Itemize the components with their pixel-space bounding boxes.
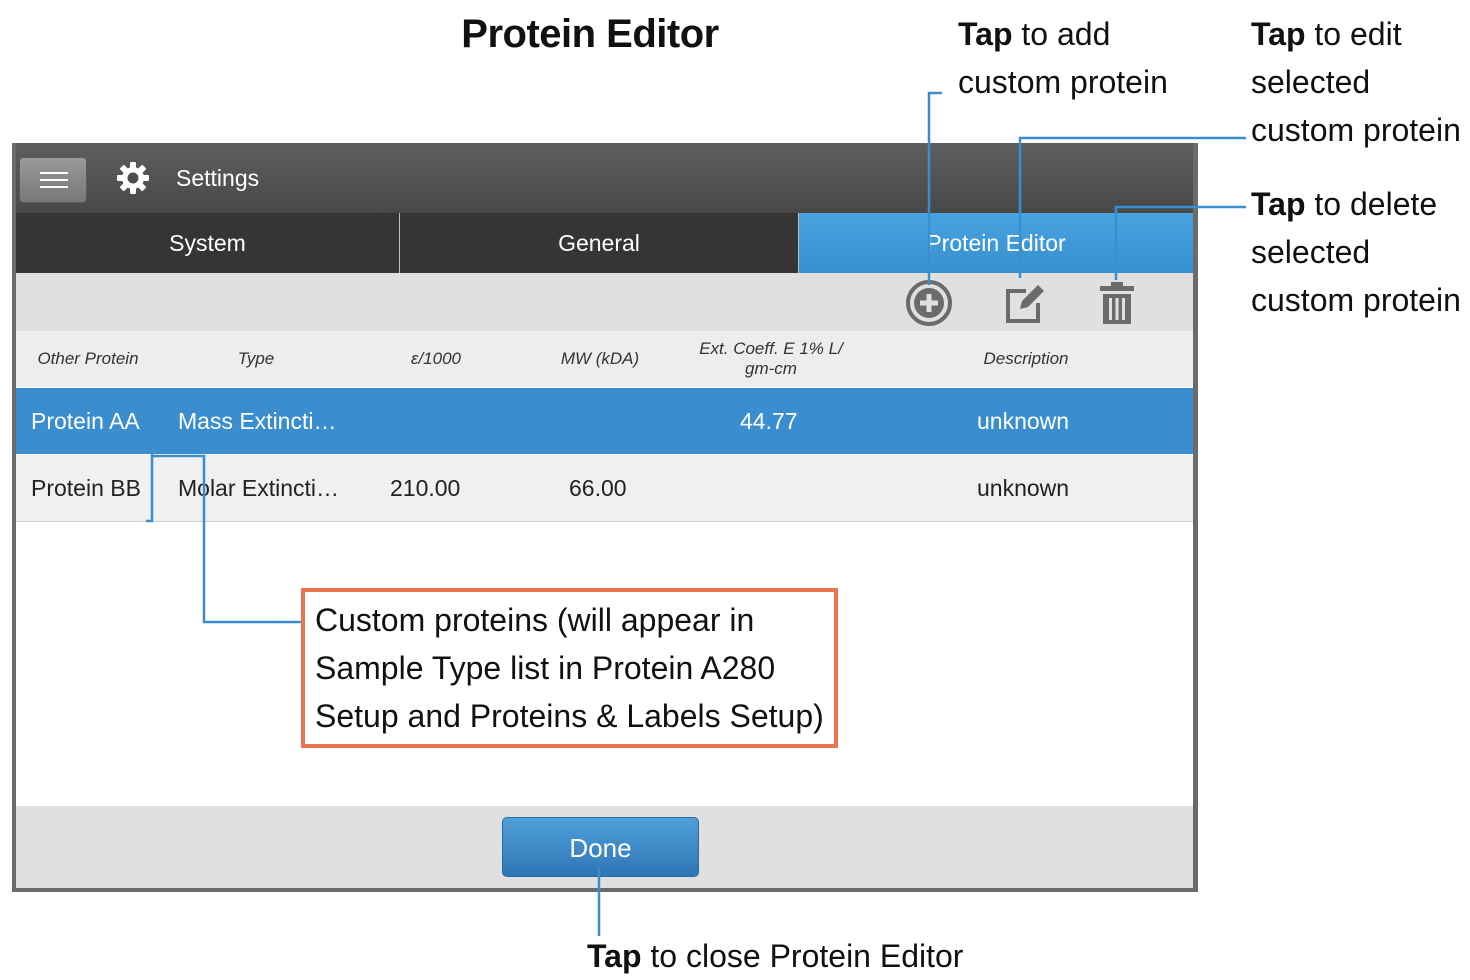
cell-mw: 66.00 [569, 475, 627, 501]
cell-eps: 210.00 [390, 475, 461, 501]
app-screen: Settings System General Protein Editor O… [16, 143, 1193, 888]
callout-edit-line2: selected [1251, 64, 1371, 100]
menu-icon-bar [40, 179, 68, 181]
col-mw[interactable]: MW (kDA) [540, 349, 660, 369]
callout-edit-text: to edit [1305, 16, 1402, 52]
callout-delete-bold: Tap [1251, 186, 1306, 222]
col-type[interactable]: Type [206, 349, 306, 369]
callout-close-text: to close Protein Editor [641, 938, 964, 974]
menu-icon [40, 172, 68, 174]
menu-button[interactable] [19, 157, 87, 203]
add-circle-icon[interactable] [905, 279, 953, 327]
edit-icon[interactable] [1000, 279, 1048, 327]
col-ext-coeff-line2: gm-cm [745, 359, 797, 378]
cell-description: unknown [977, 408, 1070, 434]
menu-icon-bar [40, 186, 68, 188]
done-button[interactable]: Done [502, 817, 699, 877]
callout-add-line2: custom protein [958, 64, 1168, 100]
app-title: Settings [176, 165, 260, 191]
cell-type: Mass Extincti… [178, 408, 337, 434]
callout-delete: Tap to delete selected custom protein [1251, 180, 1461, 324]
callout-add-text: to add [1012, 16, 1111, 52]
callout-add: Tap to add custom protein [958, 10, 1168, 106]
cell-name: Protein AA [31, 408, 140, 434]
device-frame: Settings System General Protein Editor O… [12, 143, 1198, 892]
callout-close: Tap to close Protein Editor [587, 932, 963, 980]
footer-bar: Done [16, 806, 1193, 888]
callout-delete-line2: selected [1251, 234, 1371, 270]
tab-protein-editor[interactable]: Protein Editor [799, 213, 1193, 273]
callout-delete-text: to delete [1305, 186, 1438, 222]
col-ext-coeff[interactable]: Ext. Coeff. E 1% L/ gm-cm [676, 339, 866, 379]
custom-proteins-note: Custom proteins (will appear in Sample T… [301, 588, 838, 748]
col-description[interactable]: Description [956, 349, 1096, 369]
cell-ext-coeff: 44.77 [740, 408, 798, 434]
note-line3: Setup and Proteins & Labels Setup) [315, 698, 824, 734]
col-epsilon[interactable]: ε/1000 [376, 349, 496, 369]
cell-name: Protein BB [31, 475, 141, 501]
tab-system[interactable]: System [16, 213, 400, 273]
table-row[interactable]: Protein BB Molar Extincti… 210.00 66.00 … [16, 455, 1193, 522]
col-ext-coeff-line1: Ext. Coeff. E 1% L/ [699, 339, 843, 358]
callout-close-bold: Tap [587, 938, 642, 974]
tab-general[interactable]: General [400, 213, 799, 273]
table-row[interactable]: Protein AA Mass Extincti… 44.77 unknown [16, 388, 1193, 454]
page-title: Protein Editor [461, 12, 719, 56]
callout-edit: Tap to edit selected custom protein [1251, 10, 1461, 154]
action-bar: Settings [16, 143, 1193, 213]
toolbar [16, 273, 1193, 331]
gear-icon [117, 162, 149, 194]
callout-delete-line3: custom protein [1251, 282, 1461, 318]
cell-type: Molar Extincti… [178, 475, 340, 501]
callout-edit-bold: Tap [1251, 16, 1306, 52]
column-header-row: Other Protein Type ε/1000 MW (kDA) Ext. … [16, 331, 1193, 387]
trash-icon[interactable] [1093, 279, 1141, 327]
tab-bar: System General Protein Editor [16, 213, 1193, 273]
note-line2: Sample Type list in Protein A280 [315, 650, 776, 686]
callout-add-bold: Tap [958, 16, 1013, 52]
note-line1: Custom proteins (will appear in [315, 602, 755, 638]
callout-edit-line3: custom protein [1251, 112, 1461, 148]
col-other-protein[interactable]: Other Protein [26, 349, 150, 369]
cell-description: unknown [977, 475, 1070, 501]
